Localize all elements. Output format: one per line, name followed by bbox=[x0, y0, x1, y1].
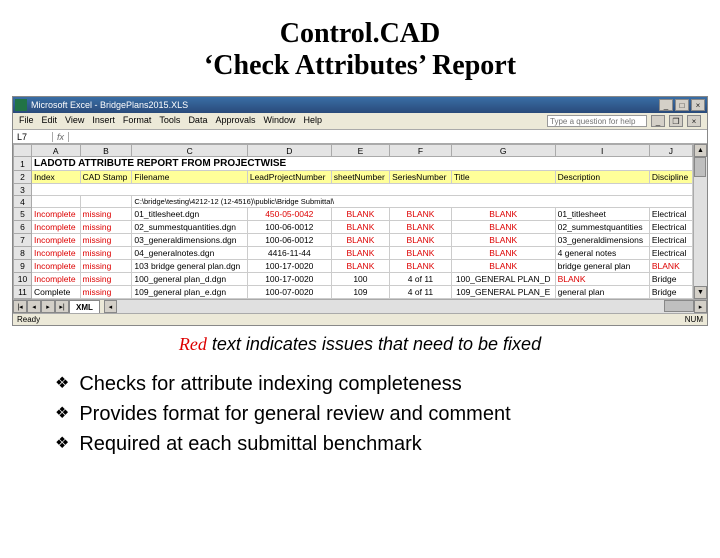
menu-insert[interactable]: Insert bbox=[92, 115, 115, 127]
menu-view[interactable]: View bbox=[65, 115, 84, 127]
maximize-button[interactable]: □ bbox=[675, 99, 689, 111]
tab-prev-icon[interactable]: ◂ bbox=[27, 300, 41, 313]
hscroll-thumb[interactable] bbox=[664, 300, 694, 312]
close-button[interactable]: × bbox=[691, 99, 705, 111]
tab-next-icon[interactable]: ▸ bbox=[41, 300, 55, 313]
scroll-right-icon[interactable]: ▸ bbox=[694, 300, 707, 313]
status-bar: Ready NUM bbox=[13, 313, 707, 325]
help-search-input[interactable] bbox=[547, 115, 647, 127]
scroll-down-icon[interactable]: ▼ bbox=[694, 286, 707, 299]
name-box[interactable]: L7 bbox=[13, 132, 53, 142]
excel-window: Microsoft Excel - BridgePlans2015.XLS _ … bbox=[12, 96, 708, 326]
minimize-button[interactable]: _ bbox=[659, 99, 673, 111]
menu-file[interactable]: File bbox=[19, 115, 34, 127]
tab-first-icon[interactable]: |◂ bbox=[13, 300, 27, 313]
doc-minimize-button[interactable]: _ bbox=[651, 115, 665, 127]
doc-restore-button[interactable]: ❐ bbox=[669, 115, 683, 127]
menu-edit[interactable]: Edit bbox=[42, 115, 58, 127]
diamond-icon: ❖ bbox=[55, 399, 69, 429]
scroll-thumb[interactable] bbox=[694, 157, 706, 177]
menubar: File Edit View Insert Format Tools Data … bbox=[13, 113, 707, 130]
slide-title: Control.CAD ‘Check Attributes’ Report bbox=[0, 18, 720, 82]
bullet-item: ❖Checks for attribute indexing completen… bbox=[55, 369, 680, 399]
diamond-icon: ❖ bbox=[55, 429, 69, 459]
menu-window[interactable]: Window bbox=[263, 115, 295, 127]
bullet-item: ❖Provides format for general review and … bbox=[55, 399, 680, 429]
bullet-list: ❖Checks for attribute indexing completen… bbox=[55, 369, 680, 459]
tab-last-icon[interactable]: ▸| bbox=[55, 300, 69, 313]
bullet-item: ❖Required at each submittal benchmark bbox=[55, 429, 680, 459]
doc-close-button[interactable]: × bbox=[687, 115, 701, 127]
caption-text: Red text indicates issues that need to b… bbox=[0, 334, 720, 355]
scroll-up-icon[interactable]: ▲ bbox=[694, 144, 707, 157]
menu-format[interactable]: Format bbox=[123, 115, 152, 127]
fx-button[interactable]: fx bbox=[53, 132, 69, 142]
horizontal-scrollbar[interactable]: ◂ ▸ bbox=[104, 300, 707, 313]
spreadsheet-grid[interactable]: ABCDEFGIJ1LADOTD ATTRIBUTE REPORT FROM P… bbox=[13, 144, 693, 299]
scroll-left-icon[interactable]: ◂ bbox=[104, 300, 117, 313]
vertical-scrollbar[interactable]: ▲ ▼ bbox=[693, 144, 707, 299]
menu-approvals[interactable]: Approvals bbox=[215, 115, 255, 127]
excel-icon bbox=[15, 99, 27, 111]
formula-bar: L7 fx bbox=[13, 130, 707, 144]
menu-tools[interactable]: Tools bbox=[159, 115, 180, 127]
menu-help[interactable]: Help bbox=[304, 115, 323, 127]
diamond-icon: ❖ bbox=[55, 369, 69, 399]
menu-data[interactable]: Data bbox=[188, 115, 207, 127]
sheet-tab-xml[interactable]: XML bbox=[69, 300, 100, 313]
titlebar: Microsoft Excel - BridgePlans2015.XLS _ … bbox=[13, 97, 707, 113]
